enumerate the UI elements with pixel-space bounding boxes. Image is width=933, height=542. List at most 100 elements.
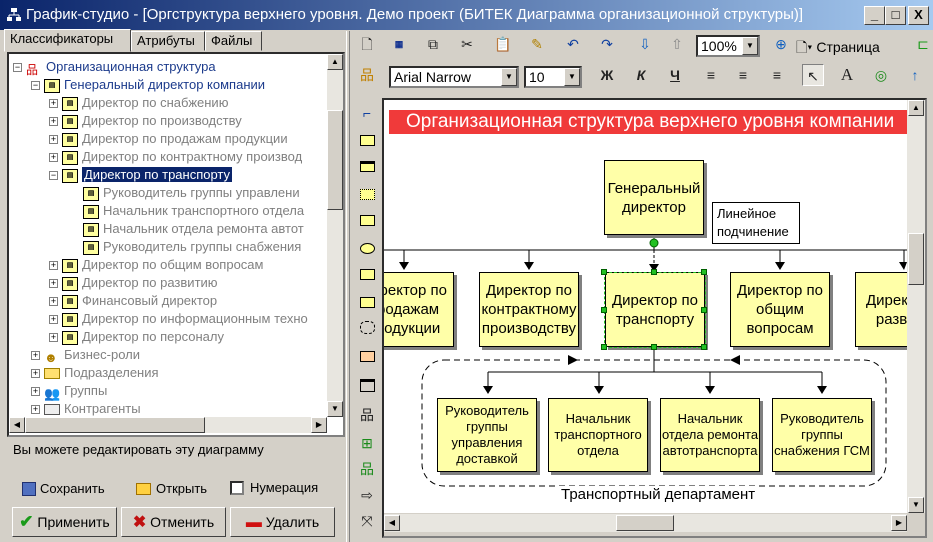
expand-icon[interactable]: +: [31, 351, 40, 361]
tree-item[interactable]: + ▤ Директор по контрактному производ: [49, 148, 302, 166]
scroll-thumb[interactable]: [908, 233, 924, 285]
tree-group[interactable]: + ☻ Бизнес-роли: [31, 346, 140, 365]
note-label[interactable]: Линейное подчинение: [712, 202, 800, 244]
maximize-button[interactable]: □: [885, 6, 906, 25]
selection-handle[interactable]: [651, 344, 657, 350]
cut-icon[interactable]: ✂: [456, 33, 478, 55]
minimize-button[interactable]: _: [864, 6, 885, 25]
underline-button[interactable]: Ч: [664, 64, 686, 86]
canvas-hscrollbar[interactable]: ◀ ▶: [384, 514, 907, 532]
tree-item[interactable]: + ▤ Директор по снабжению: [49, 94, 228, 112]
shape-group-icon[interactable]: [356, 318, 378, 340]
chevron-down-icon[interactable]: ▼: [564, 68, 580, 86]
scroll-thumb[interactable]: [25, 417, 205, 433]
tree-group[interactable]: + Подразделения: [31, 364, 159, 382]
selection-handle[interactable]: [601, 344, 607, 350]
selection-handle[interactable]: [701, 269, 707, 275]
checkbox-icon[interactable]: [230, 480, 244, 495]
panel-splitter[interactable]: [346, 31, 350, 542]
tab-classifiers[interactable]: Классификаторы: [4, 29, 131, 52]
zoom-select[interactable]: 100% ▼: [696, 35, 760, 57]
new-file-icon[interactable]: 🗋: [356, 33, 378, 55]
tree-item[interactable]: ▤ Начальник транспортного отдела: [83, 202, 304, 220]
paste-icon[interactable]: 📋: [492, 33, 514, 55]
tree-item[interactable]: + ▤ Директор по информационным техно: [49, 310, 308, 328]
numbering-checkbox[interactable]: Нумерация: [230, 480, 318, 495]
text-tool-button[interactable]: A: [836, 64, 858, 86]
org-node-subordinate[interactable]: Руководитель группы управления доставкой: [437, 398, 537, 472]
tree-item[interactable]: + ▤ Директор по развитию: [49, 274, 218, 292]
org-node-subordinate[interactable]: Начальник отдела ремонта автотранспорта: [660, 398, 760, 472]
org-node-director[interactable]: Директор по общим вопросам: [730, 272, 830, 347]
expand-icon[interactable]: +: [49, 297, 58, 307]
tab-attributes[interactable]: Атрибуты: [131, 31, 205, 51]
font-select[interactable]: Arial Narrow ▼: [389, 66, 519, 88]
expand-icon[interactable]: +: [49, 279, 58, 289]
tree-item[interactable]: ▤ Начальник отдела ремонта автот: [83, 220, 304, 238]
selection-handle[interactable]: [701, 344, 707, 350]
expand-icon[interactable]: +: [31, 387, 40, 397]
copy-icon[interactable]: ⧉: [422, 33, 444, 55]
tree-ceo[interactable]: − ▤ Генеральный директор компании: [31, 76, 265, 94]
tree-group[interactable]: + 👥 Группы: [31, 382, 107, 401]
tree-item[interactable]: + ▤ Директор по продажам продукции: [49, 130, 288, 148]
tree-item[interactable]: ▤ Руководитель группы управлени: [83, 184, 300, 202]
tree-group[interactable]: + Контрагенты: [31, 400, 141, 418]
zoom-icon[interactable]: ⊕: [770, 33, 792, 55]
selection-handle[interactable]: [701, 307, 707, 313]
scroll-down-icon[interactable]: ▼: [327, 401, 343, 417]
toolbar-extra-icon[interactable]: ⊏: [912, 33, 933, 55]
cancel-button[interactable]: ✖ Отменить: [121, 507, 226, 537]
tree-item[interactable]: + ▤ Финансовый директор: [49, 292, 217, 310]
expand-icon[interactable]: +: [49, 261, 58, 271]
org-node-director[interactable]: Директор по продажам продукции: [384, 272, 454, 347]
classifier-tree[interactable]: − 品 Организационная структура − ▤ Генеральны…: [7, 52, 345, 437]
align-right-icon[interactable]: ≡: [766, 64, 788, 86]
arrow-up-icon[interactable]: ↑: [904, 64, 926, 86]
import-icon[interactable]: ⇩: [634, 33, 656, 55]
scroll-thumb[interactable]: [327, 110, 343, 210]
shape-rect-dotted-icon[interactable]: [356, 184, 378, 206]
arrow-shape-icon[interactable]: ⇨: [356, 484, 378, 506]
selection-handle[interactable]: [651, 269, 657, 275]
save-button[interactable]: Сохранить: [22, 481, 105, 496]
expand-icon[interactable]: +: [49, 333, 58, 343]
scroll-right-icon[interactable]: ▶: [891, 515, 907, 531]
connector-tool-icon[interactable]: ⌐: [356, 102, 378, 124]
shape-card-icon[interactable]: [356, 264, 378, 286]
tree-layout-icon[interactable]: 品: [356, 404, 378, 426]
expand-icon[interactable]: +: [49, 153, 58, 163]
collapse-icon[interactable]: −: [13, 63, 22, 73]
tree-hscrollbar[interactable]: ◀ ▶: [9, 417, 327, 433]
format-brush-icon[interactable]: ✎: [526, 33, 548, 55]
org-layout-icon[interactable]: 品: [356, 458, 378, 480]
selection-handle[interactable]: [601, 269, 607, 275]
shape-rect-header-icon[interactable]: [356, 156, 378, 178]
diagram-canvas[interactable]: Организационная структура верхнего уровн…: [384, 100, 907, 513]
align-center-icon[interactable]: ≡: [732, 64, 754, 86]
tree-item[interactable]: + ▤ Директор по производству: [49, 112, 242, 130]
canvas-vscrollbar[interactable]: ▲ ▼: [907, 100, 925, 513]
italic-button[interactable]: К: [630, 64, 652, 86]
scroll-left-icon[interactable]: ◀: [9, 417, 25, 433]
shape-rect-plain-icon[interactable]: [356, 210, 378, 232]
align-left-icon[interactable]: ≡: [700, 64, 722, 86]
org-node-director[interactable]: Директор по контрактному производству: [479, 272, 579, 347]
chevron-down-icon[interactable]: ▼: [742, 37, 758, 55]
apply-button[interactable]: ✔ Применить: [12, 507, 117, 537]
org-node-director[interactable]: Директор по развитию: [855, 272, 907, 347]
selection-handle[interactable]: [601, 307, 607, 313]
expand-icon[interactable]: +: [49, 315, 58, 325]
shape-frame-icon[interactable]: [356, 376, 378, 398]
close-button[interactable]: X: [908, 6, 929, 25]
tree-item[interactable]: + ▤ Директор по персоналу: [49, 328, 224, 346]
tree-item-selected[interactable]: − ▤ Директор по транспорту: [49, 166, 233, 184]
shape-rect-icon[interactable]: [356, 130, 378, 152]
org-node-subordinate[interactable]: Начальник транспортного отдела: [548, 398, 648, 472]
shape-ellipse-icon[interactable]: [356, 238, 378, 260]
pointer-icon[interactable]: ↖: [802, 64, 824, 86]
scroll-thumb[interactable]: [616, 515, 674, 531]
shape-label-icon[interactable]: [356, 292, 378, 314]
expand-icon[interactable]: +: [31, 369, 40, 379]
delete-button[interactable]: ▬ Удалить: [230, 507, 335, 537]
